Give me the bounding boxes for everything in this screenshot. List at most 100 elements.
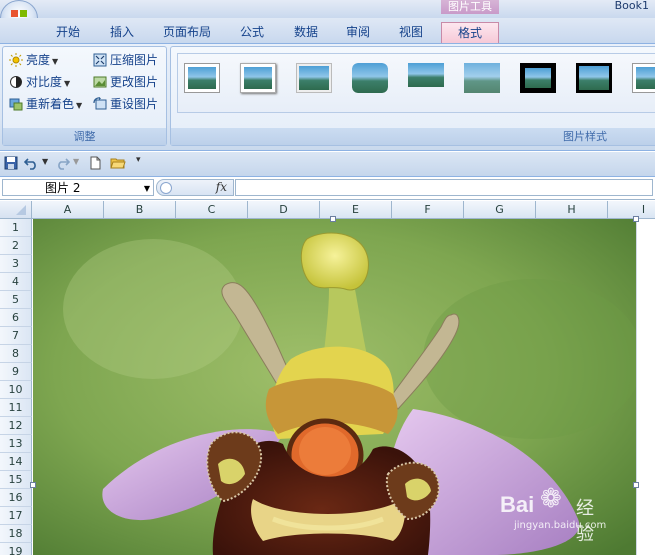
row-header[interactable]: 8	[0, 345, 32, 363]
column-header-i[interactable]: I	[608, 201, 655, 219]
recolor-icon	[9, 97, 23, 111]
select-all-corner[interactable]	[0, 201, 32, 219]
row-header[interactable]: 9	[0, 363, 32, 381]
resize-handle[interactable]	[633, 216, 639, 222]
tab-view[interactable]: 视图	[389, 22, 433, 42]
recolor-button[interactable]: 重新着色 ▼	[9, 94, 82, 114]
formula-input[interactable]	[235, 179, 653, 196]
row-header[interactable]: 2	[0, 237, 32, 255]
save-icon[interactable]	[4, 156, 18, 170]
reset-picture-icon	[93, 97, 107, 111]
brightness-icon	[9, 53, 23, 67]
row-header[interactable]: 19	[0, 543, 32, 555]
picture-styles-group: 图片样式	[170, 46, 655, 146]
undo-icon[interactable]	[23, 156, 38, 170]
column-header-c[interactable]: C	[176, 201, 248, 219]
picture-style-thumbnail[interactable]	[632, 63, 655, 93]
chevron-down-icon[interactable]: ▼	[144, 180, 150, 197]
row-header[interactable]: 6	[0, 309, 32, 327]
contrast-label: 对比度	[26, 75, 63, 89]
change-picture-label: 更改图片	[110, 75, 159, 89]
resize-handle[interactable]	[330, 216, 336, 222]
column-header-b[interactable]: B	[104, 201, 176, 219]
new-document-icon[interactable]	[88, 156, 102, 170]
picture-styles-gallery	[177, 53, 655, 113]
chevron-down-icon: ▼	[52, 57, 59, 66]
compress-pictures-icon	[93, 53, 107, 67]
redo-dropdown-icon[interactable]: ▼	[73, 157, 79, 166]
compress-pictures-button[interactable]: 压缩图片	[93, 50, 158, 70]
formula-bar: 图片 2 ▼ fx	[0, 177, 655, 200]
expand-knob-icon[interactable]	[160, 182, 172, 194]
tab-data[interactable]: 数据	[284, 22, 328, 42]
picture-style-thumbnail[interactable]	[464, 63, 500, 93]
formula-function-area: fx	[156, 179, 234, 196]
column-header-h[interactable]: H	[536, 201, 608, 219]
reset-picture-label: 重设图片	[110, 97, 159, 111]
picture-style-thumbnail[interactable]	[408, 63, 444, 93]
compress-pictures-label: 压缩图片	[110, 53, 159, 67]
tab-home[interactable]: 开始	[46, 22, 90, 42]
row-header[interactable]: 14	[0, 453, 32, 471]
gridline	[636, 219, 637, 555]
row-header[interactable]: 16	[0, 489, 32, 507]
adjust-group-label: 调整	[3, 128, 166, 145]
ribbon-tabs: 开始 插入 页面布局 公式 数据 审阅 视图 格式	[0, 18, 655, 44]
customize-qat-icon[interactable]: ▾	[136, 155, 141, 165]
picture-tools-contextual-label: 图片工具	[441, 0, 499, 14]
picture-style-thumbnail[interactable]	[352, 63, 388, 93]
row-header[interactable]: 17	[0, 507, 32, 525]
row-header[interactable]: 11	[0, 399, 32, 417]
brightness-button[interactable]: 亮度 ▼	[9, 50, 58, 70]
quick-access-toolbar: ▼ ▼ ▾	[0, 152, 655, 177]
undo-dropdown-icon[interactable]: ▼	[42, 157, 48, 166]
picture-style-thumbnail[interactable]	[296, 63, 332, 93]
adjust-group: 亮度 ▼ 对比度 ▼ 重新着色 ▼ 压缩图片 更改图片 重设图片 调整	[2, 46, 167, 146]
picture-style-thumbnail[interactable]	[240, 63, 276, 93]
picture-style-thumbnail[interactable]	[184, 63, 220, 93]
open-folder-icon[interactable]	[110, 156, 126, 170]
tab-insert[interactable]: 插入	[100, 22, 144, 42]
watermark-url: jingyan.baidu.com	[514, 520, 607, 531]
redo-icon[interactable]	[56, 156, 71, 170]
row-header[interactable]: 3	[0, 255, 32, 273]
insert-function-icon[interactable]: fx	[216, 180, 227, 194]
chevron-down-icon: ▼	[64, 79, 71, 88]
picture-style-thumbnail[interactable]	[520, 63, 556, 93]
picture-styles-group-label: 图片样式	[171, 128, 655, 145]
recolor-label: 重新着色	[26, 97, 75, 111]
contrast-icon	[9, 75, 23, 89]
picture-style-thumbnail[interactable]	[576, 63, 612, 93]
name-box-value: 图片 2	[45, 181, 81, 195]
row-header[interactable]: 7	[0, 327, 32, 345]
row-header[interactable]: 12	[0, 417, 32, 435]
tab-review[interactable]: 审阅	[336, 22, 380, 42]
column-header-a[interactable]: A	[32, 201, 104, 219]
column-header-g[interactable]: G	[464, 201, 536, 219]
row-header[interactable]: 5	[0, 291, 32, 309]
row-header[interactable]: 4	[0, 273, 32, 291]
paw-icon: ❁	[540, 484, 562, 514]
tab-page-layout[interactable]: 页面布局	[155, 22, 219, 42]
name-box[interactable]: 图片 2 ▼	[2, 179, 154, 196]
change-picture-icon	[93, 75, 107, 89]
contrast-button[interactable]: 对比度 ▼	[9, 72, 70, 92]
reset-picture-button[interactable]: 重设图片	[93, 94, 158, 114]
window-title: Book1	[614, 0, 649, 12]
ribbon: 亮度 ▼ 对比度 ▼ 重新着色 ▼ 压缩图片 更改图片 重设图片 调整 图片样式	[0, 44, 655, 151]
title-bar: 图片工具 Book1	[0, 0, 655, 18]
tab-format[interactable]: 格式	[441, 22, 499, 43]
column-header-d[interactable]: D	[248, 201, 320, 219]
tab-formulas[interactable]: 公式	[230, 22, 274, 42]
resize-handle[interactable]	[633, 482, 639, 488]
row-header[interactable]: 18	[0, 525, 32, 543]
brightness-label: 亮度	[26, 53, 51, 67]
column-header-f[interactable]: F	[392, 201, 464, 219]
row-header[interactable]: 1	[0, 219, 32, 237]
resize-handle[interactable]	[30, 482, 36, 488]
row-header[interactable]: 13	[0, 435, 32, 453]
change-picture-button[interactable]: 更改图片	[93, 72, 158, 92]
row-header[interactable]: 10	[0, 381, 32, 399]
row-header[interactable]: 15	[0, 471, 32, 489]
chevron-down-icon: ▼	[76, 101, 83, 110]
